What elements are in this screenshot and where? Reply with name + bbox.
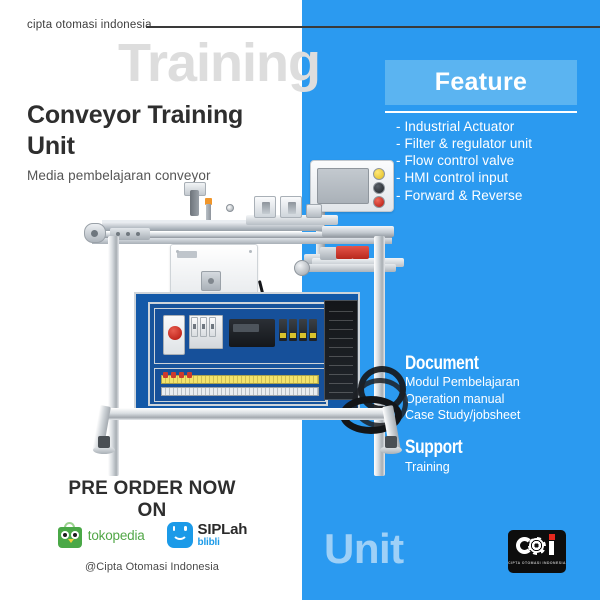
frame-base-rail: [108, 408, 386, 420]
siplah-text: SIPLah blibli: [198, 522, 248, 548]
proximity-sensor: [226, 204, 234, 212]
screw: [176, 250, 179, 253]
product-photo: [74, 160, 424, 476]
foot-block: [98, 436, 110, 448]
hmi-button-yellow: [373, 168, 385, 180]
pneumatic-actuator-1: [254, 196, 276, 218]
workpiece-red-1: [336, 246, 353, 259]
wire-connector: [179, 372, 184, 378]
terminal-strip-grey: [161, 387, 319, 396]
preorder-line-1: PRE ORDER NOW: [68, 478, 236, 499]
support-item: Training: [405, 460, 450, 474]
logo-red-square: [549, 534, 555, 540]
tokopedia-eye-left: [60, 531, 69, 539]
feature-divider: [385, 111, 577, 113]
blibli-label: blibli: [197, 537, 220, 548]
hmi-screen: [317, 168, 369, 204]
workpiece-red-2: [352, 246, 369, 259]
workpiece-grey: [320, 247, 337, 260]
wiring-duct: [324, 300, 358, 400]
motor-label: [177, 251, 197, 258]
wire-connector: [163, 372, 168, 378]
emergency-stop-button: [373, 196, 385, 208]
store-siplah[interactable]: SIPLah blibli: [166, 522, 248, 548]
tokopedia-beak: [68, 539, 75, 543]
store-tokopedia[interactable]: tokopedia: [57, 522, 145, 548]
hmi-panel: [310, 160, 394, 212]
logo-mark: [508, 533, 566, 561]
frame-post-right: [374, 236, 385, 476]
watermark-training: Training: [118, 33, 321, 93]
control-panel-lower-row: [154, 368, 326, 402]
wire-connector: [187, 372, 192, 378]
frame-foot-left: [93, 436, 115, 454]
relay-3: [299, 319, 307, 341]
social-handle: @Cipta Otomasi Indonesia: [84, 561, 220, 573]
control-panel-backplate: [148, 302, 328, 406]
siplah-label: SIPLah: [197, 521, 248, 538]
foot-block: [385, 436, 397, 448]
brand-tagline: cipta otomasi indonesia: [27, 19, 152, 31]
sensor-body: [190, 190, 199, 216]
relay-2: [289, 319, 297, 341]
mcb-1: [191, 317, 198, 337]
feature-item: - Industrial Actuator: [396, 119, 515, 134]
preorder-line-2: ON: [137, 500, 167, 522]
conveyor-pulley: [84, 223, 106, 243]
wire-connector: [171, 372, 176, 378]
feature-item: - Flow control valve: [396, 153, 515, 169]
terminal-strip-yellow: [161, 375, 319, 384]
mcb-3: [209, 317, 216, 337]
plc-module: [229, 319, 275, 347]
feature-heading: Feature: [434, 68, 528, 96]
flow-control-valve: [306, 204, 322, 218]
pneumatic-actuator-2: [280, 196, 302, 218]
screw: [249, 250, 252, 253]
preorder-text: PRE ORDER NOW ON: [27, 478, 277, 523]
siplah-smile-glyph: [171, 526, 188, 540]
tokopedia-label: tokopedia: [87, 527, 145, 543]
feature-heading-box: Feature: [385, 60, 577, 105]
logo-i-icon: [549, 541, 554, 555]
tokopedia-eye-right: [70, 531, 79, 539]
company-logo: CIPTA OTOMASI INDONESIA: [508, 530, 566, 573]
sensor-post: [206, 204, 211, 220]
feature-item: - Filter & regulator unit: [396, 136, 533, 152]
mcb-2: [200, 317, 207, 337]
watermark-unit: Unit: [324, 525, 404, 572]
frame-foot-right: [380, 436, 402, 454]
hmi-button-black: [373, 182, 385, 194]
relay-4: [309, 319, 317, 341]
support-list: Training: [405, 459, 450, 476]
relay-1: [279, 319, 287, 341]
motor-flange: [201, 271, 221, 291]
main-disconnect-switch: [163, 315, 185, 355]
feature-item: - Forward & Reverse: [396, 187, 523, 203]
feature-list: - Industrial Actuator - Filter & regulat…: [396, 118, 596, 204]
siplah-icon: [166, 522, 193, 548]
gear-icon: [529, 538, 544, 553]
control-panel-upper-row: [154, 308, 326, 364]
feature-item: - HMI control input: [396, 170, 509, 186]
header-divider: [146, 26, 600, 28]
store-logos: tokopedia SIPLah blibli: [27, 522, 277, 548]
logo-subtext: CIPTA OTOMASI INDONESIA: [508, 561, 566, 565]
tokopedia-icon: [57, 522, 83, 548]
page-title: Conveyor Training Unit: [27, 101, 244, 160]
product-poster: cipta otomasi indonesia Training Conveyo…: [0, 0, 600, 600]
outfeed-arm-joint: [294, 260, 310, 276]
